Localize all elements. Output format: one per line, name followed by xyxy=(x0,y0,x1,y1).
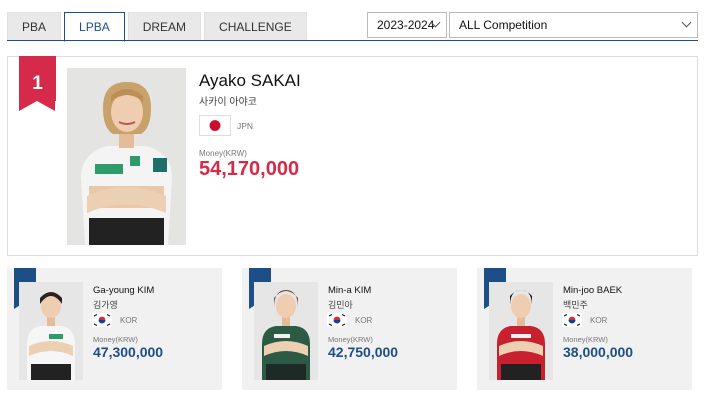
league-tabs: PBA LPBA DREAM CHALLENGE xyxy=(7,12,307,42)
player-photo xyxy=(254,282,318,380)
korea-flag-icon xyxy=(327,313,347,327)
country-code: KOR xyxy=(120,316,138,325)
country-code: KOR xyxy=(590,316,608,325)
money-label: Money(KRW) xyxy=(328,335,373,344)
money-label: Money(KRW) xyxy=(563,335,608,344)
player-name-en[interactable]: Ayako SAKAI xyxy=(199,71,301,91)
tab-dream[interactable]: DREAM xyxy=(127,12,202,41)
season-select[interactable]: 2023-2024 xyxy=(367,12,447,38)
player-name-ko: 김민아 xyxy=(328,300,353,310)
rank-badge: 1 xyxy=(19,56,56,111)
korea-flag-icon xyxy=(92,313,112,327)
player-name-en[interactable]: Min-a KIM xyxy=(328,285,371,296)
player-name-en[interactable]: Ga-young KIM xyxy=(93,285,154,296)
player-photo xyxy=(489,282,553,380)
money-value: 54,170,000 xyxy=(199,158,300,180)
country-code: JPN xyxy=(237,121,254,131)
money-value: 47,300,000 xyxy=(93,344,164,360)
player-name-ko: 사카이 아야코 xyxy=(199,97,257,108)
tab-lpba[interactable]: LPBA xyxy=(64,12,125,42)
money-value: 42,750,000 xyxy=(328,344,399,360)
tab-underline xyxy=(7,40,698,41)
money-value: 38,000,000 xyxy=(563,344,634,360)
top-player-card[interactable]: 1 Ayako SAKAI 사카이 아야코 JPN Money(KRW) 54,… xyxy=(7,56,698,256)
money-label: Money(KRW) xyxy=(199,149,247,158)
player-name-ko: 김가영 xyxy=(93,300,118,310)
chevron-down-icon xyxy=(681,17,692,28)
player-photo xyxy=(67,68,186,245)
competition-select[interactable]: ALL Competition xyxy=(449,12,698,38)
player-card[interactable]: 3 Min-a KIM 김민아 KOR Money(KRW) 42,750,00… xyxy=(242,268,457,390)
player-name-en[interactable]: Min-joo BAEK xyxy=(563,285,622,296)
season-select-value: 2023-2024 xyxy=(377,18,435,32)
country-code: KOR xyxy=(355,316,373,325)
competition-select-value: ALL Competition xyxy=(459,18,548,32)
money-label: Money(KRW) xyxy=(93,335,138,344)
player-card[interactable]: 4 Min-joo BAEK 백민주 KOR Money(KRW) 38,000… xyxy=(477,268,692,390)
korea-flag-icon xyxy=(562,313,582,327)
japan-flag-icon xyxy=(199,115,231,136)
player-name-ko: 백민주 xyxy=(563,300,588,310)
player-card[interactable]: 2 Ga-young KIM 김가영 KOR Money(KRW) 47,300… xyxy=(7,268,222,390)
tab-challenge[interactable]: CHALLENGE xyxy=(204,12,307,41)
tab-pba[interactable]: PBA xyxy=(7,12,62,41)
player-photo xyxy=(19,282,83,380)
